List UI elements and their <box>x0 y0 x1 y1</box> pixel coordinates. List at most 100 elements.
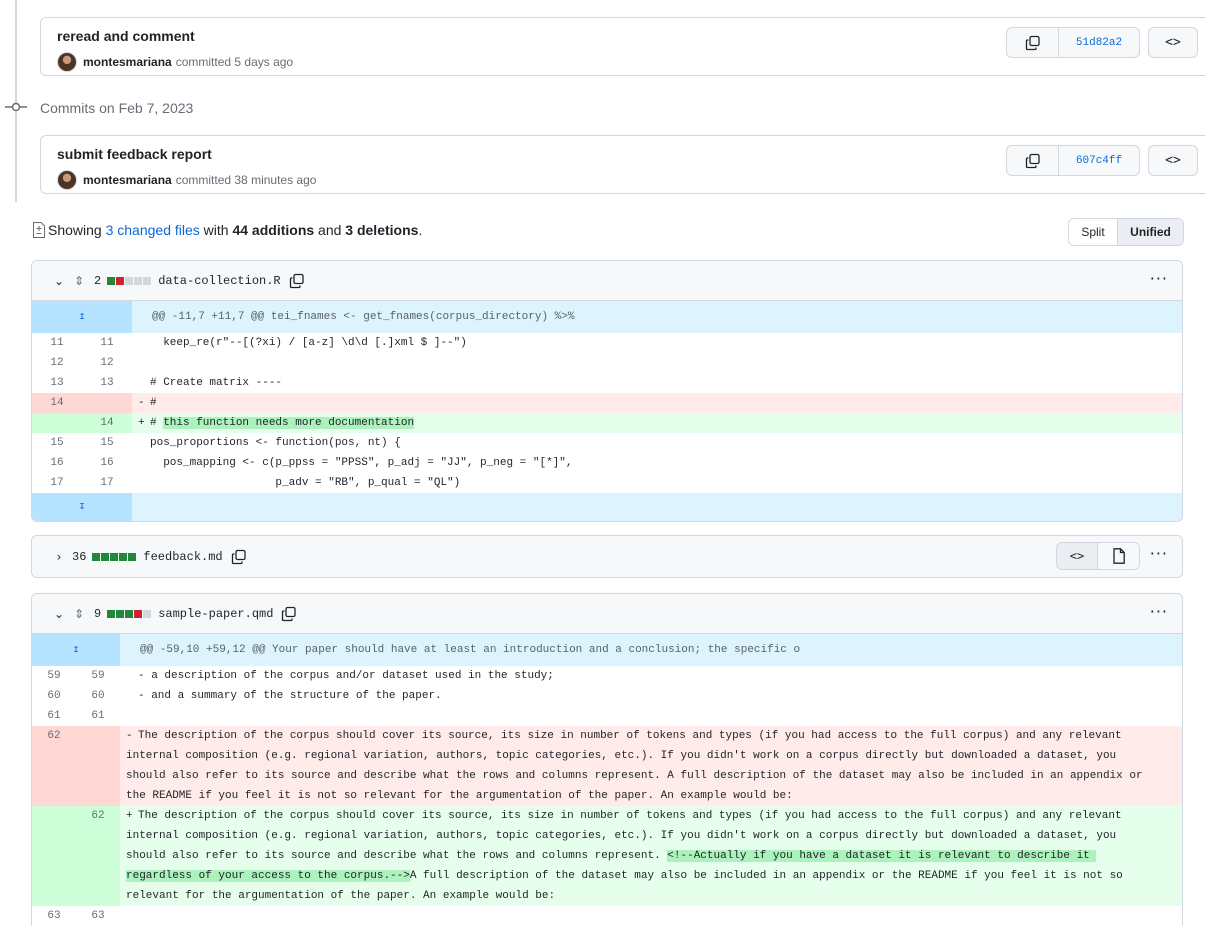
split-view-button[interactable]: Split <box>1069 219 1118 245</box>
commit-author[interactable]: montesmariana <box>83 173 172 187</box>
browse-repo-button[interactable]: <> <box>1148 27 1198 58</box>
code-line <box>120 706 1182 726</box>
expand-up-icon: ↥ <box>78 311 86 323</box>
diff-line: 62 + The description of the corpus should … <box>32 806 1182 906</box>
changed-files-link[interactable]: 3 changed files <box>106 222 200 238</box>
diff-line: 60 60 - and a summary of the structure of… <box>32 686 1182 706</box>
file-name-link[interactable]: sample-paper.qmd <box>158 607 273 621</box>
commit-meta: montesmariana committed 38 minutes ago <box>57 170 316 190</box>
diff-summary: Showing 3 changed files with 44 addition… <box>32 222 422 238</box>
file-diff: › 36 feedback.md <> ··· <box>31 535 1183 578</box>
diff-sign <box>126 706 138 726</box>
commit-author[interactable]: montesmariana <box>83 55 172 69</box>
code-icon: <> <box>1165 153 1181 168</box>
diff-sign <box>126 686 138 706</box>
diff-body-0: ↥ @@ -11,7 +11,7 @@ tei_fnames <- get_fna… <box>32 301 1182 521</box>
avatar[interactable] <box>57 52 77 72</box>
kebab-menu-icon[interactable]: ··· <box>1150 604 1168 620</box>
kebab-menu-icon[interactable]: ··· <box>1150 271 1168 287</box>
expand-down-button[interactable]: ↧ <box>32 493 132 521</box>
rich-view-button[interactable] <box>1098 543 1139 569</box>
old-line-number[interactable]: 11 <box>32 333 82 353</box>
additions-count: 44 additions <box>232 222 315 238</box>
diff-line: 11 11 keep_re(r"--[(?xi) / [a-z] \d\d [.]… <box>32 333 1182 353</box>
copy-icon <box>1025 153 1040 168</box>
hunk-header: @@ -11,7 +11,7 @@ tei_fnames <- get_fnam… <box>132 301 1182 333</box>
expand-up-button[interactable]: ↥ <box>32 301 132 333</box>
new-line-number[interactable] <box>82 393 132 413</box>
new-line-number[interactable]: 13 <box>82 373 132 393</box>
old-line-number[interactable]: 15 <box>32 433 82 453</box>
code-line: - # <box>132 393 1182 413</box>
old-line-number[interactable]: 13 <box>32 373 82 393</box>
highlighted-change: this function needs more documentation <box>163 417 415 429</box>
commit-node-icon <box>5 102 27 112</box>
expand-up-button[interactable]: ↥ <box>32 634 120 666</box>
file-diff-icon <box>33 222 45 238</box>
commit-sha-link[interactable]: 51d82a2 <box>1059 28 1139 57</box>
new-line-number[interactable]: 16 <box>82 453 132 473</box>
new-line-number[interactable]: 17 <box>82 473 132 493</box>
new-line-number[interactable]: 12 <box>82 353 132 373</box>
code-icon: <> <box>1165 35 1181 50</box>
unified-view-button[interactable]: Unified <box>1118 219 1183 245</box>
chevron-down-icon[interactable]: ⌄ <box>52 607 66 621</box>
old-line-number[interactable]: 62 <box>32 726 76 806</box>
code-line: - The description of the corpus should co… <box>120 726 1182 806</box>
old-line-number[interactable]: 14 <box>32 393 82 413</box>
old-line-number[interactable]: 17 <box>32 473 82 493</box>
file-name-link[interactable]: feedback.md <box>143 550 222 564</box>
hunk-header-row: ↥ @@ -11,7 +11,7 @@ tei_fnames <- get_fna… <box>32 301 1182 333</box>
file-name-link[interactable]: data-collection.R <box>158 274 280 288</box>
code-view-button[interactable]: <> <box>1057 543 1098 569</box>
code-text: - and a summary of the structure of the … <box>138 690 442 702</box>
diff-line: 16 16 pos_mapping <- c(p_ppss = "PPSS", p… <box>32 453 1182 473</box>
hunk-header: @@ -59,10 +59,12 @@ Your paper should ha… <box>120 634 1182 666</box>
chevron-right-icon[interactable]: › <box>52 550 66 564</box>
diff-view-toggle: Split Unified <box>1068 218 1184 246</box>
sha-button-group: 607c4ff <box>1006 145 1140 176</box>
old-line-number[interactable] <box>32 413 82 433</box>
old-line-number[interactable]: 63 <box>32 906 76 926</box>
new-line-number[interactable]: 61 <box>76 706 120 726</box>
copy-icon[interactable] <box>231 549 247 565</box>
commit-time: committed 5 days ago <box>175 55 294 69</box>
old-line-number[interactable]: 60 <box>32 686 76 706</box>
commit-meta: montesmariana committed 5 days ago <box>57 52 293 72</box>
chevron-down-icon[interactable]: ⌄ <box>52 274 66 288</box>
copy-icon[interactable] <box>281 606 297 622</box>
commit-card: reread and comment montesmariana committ… <box>40 17 1205 76</box>
new-line-number[interactable]: 60 <box>76 686 120 706</box>
diff-sign: - <box>126 730 133 742</box>
new-line-number[interactable]: 15 <box>82 433 132 453</box>
summary-suffix: . <box>418 222 423 238</box>
old-line-number[interactable]: 61 <box>32 706 76 726</box>
diff-table: ↥ @@ -11,7 +11,7 @@ tei_fnames <- get_fna… <box>32 301 1182 521</box>
new-line-number[interactable]: 14 <box>82 413 132 433</box>
new-line-number[interactable]: 63 <box>76 906 120 926</box>
code-line: - and a summary of the structure of the … <box>120 686 1182 706</box>
copy-icon[interactable] <box>289 273 305 289</box>
kebab-menu-icon[interactable]: ··· <box>1150 546 1168 562</box>
old-line-number[interactable] <box>32 806 76 906</box>
copy-sha-button[interactable] <box>1007 146 1059 175</box>
old-line-number[interactable]: 16 <box>32 453 82 473</box>
new-line-number[interactable]: 11 <box>82 333 132 353</box>
expand-footer <box>132 493 1182 521</box>
old-line-number[interactable]: 12 <box>32 353 82 373</box>
expand-all-icon[interactable]: ⇕ <box>74 607 88 621</box>
expand-down-icon: ↧ <box>78 501 86 513</box>
old-line-number[interactable]: 59 <box>32 666 76 686</box>
new-line-number[interactable] <box>76 726 120 806</box>
commit-title[interactable]: submit feedback report <box>57 146 212 162</box>
browse-repo-button[interactable]: <> <box>1148 145 1198 176</box>
code-text: pos_mapping <- c(p_ppss = "PPSS", p_adj … <box>150 457 573 469</box>
new-line-number[interactable]: 59 <box>76 666 120 686</box>
commit-title[interactable]: reread and comment <box>57 28 195 44</box>
expand-all-icon[interactable]: ⇕ <box>74 274 88 288</box>
copy-sha-button[interactable] <box>1007 28 1059 57</box>
diff-line: 63 63 <box>32 906 1182 926</box>
new-line-number[interactable]: 62 <box>76 806 120 906</box>
commit-sha-link[interactable]: 607c4ff <box>1059 146 1139 175</box>
avatar[interactable] <box>57 170 77 190</box>
